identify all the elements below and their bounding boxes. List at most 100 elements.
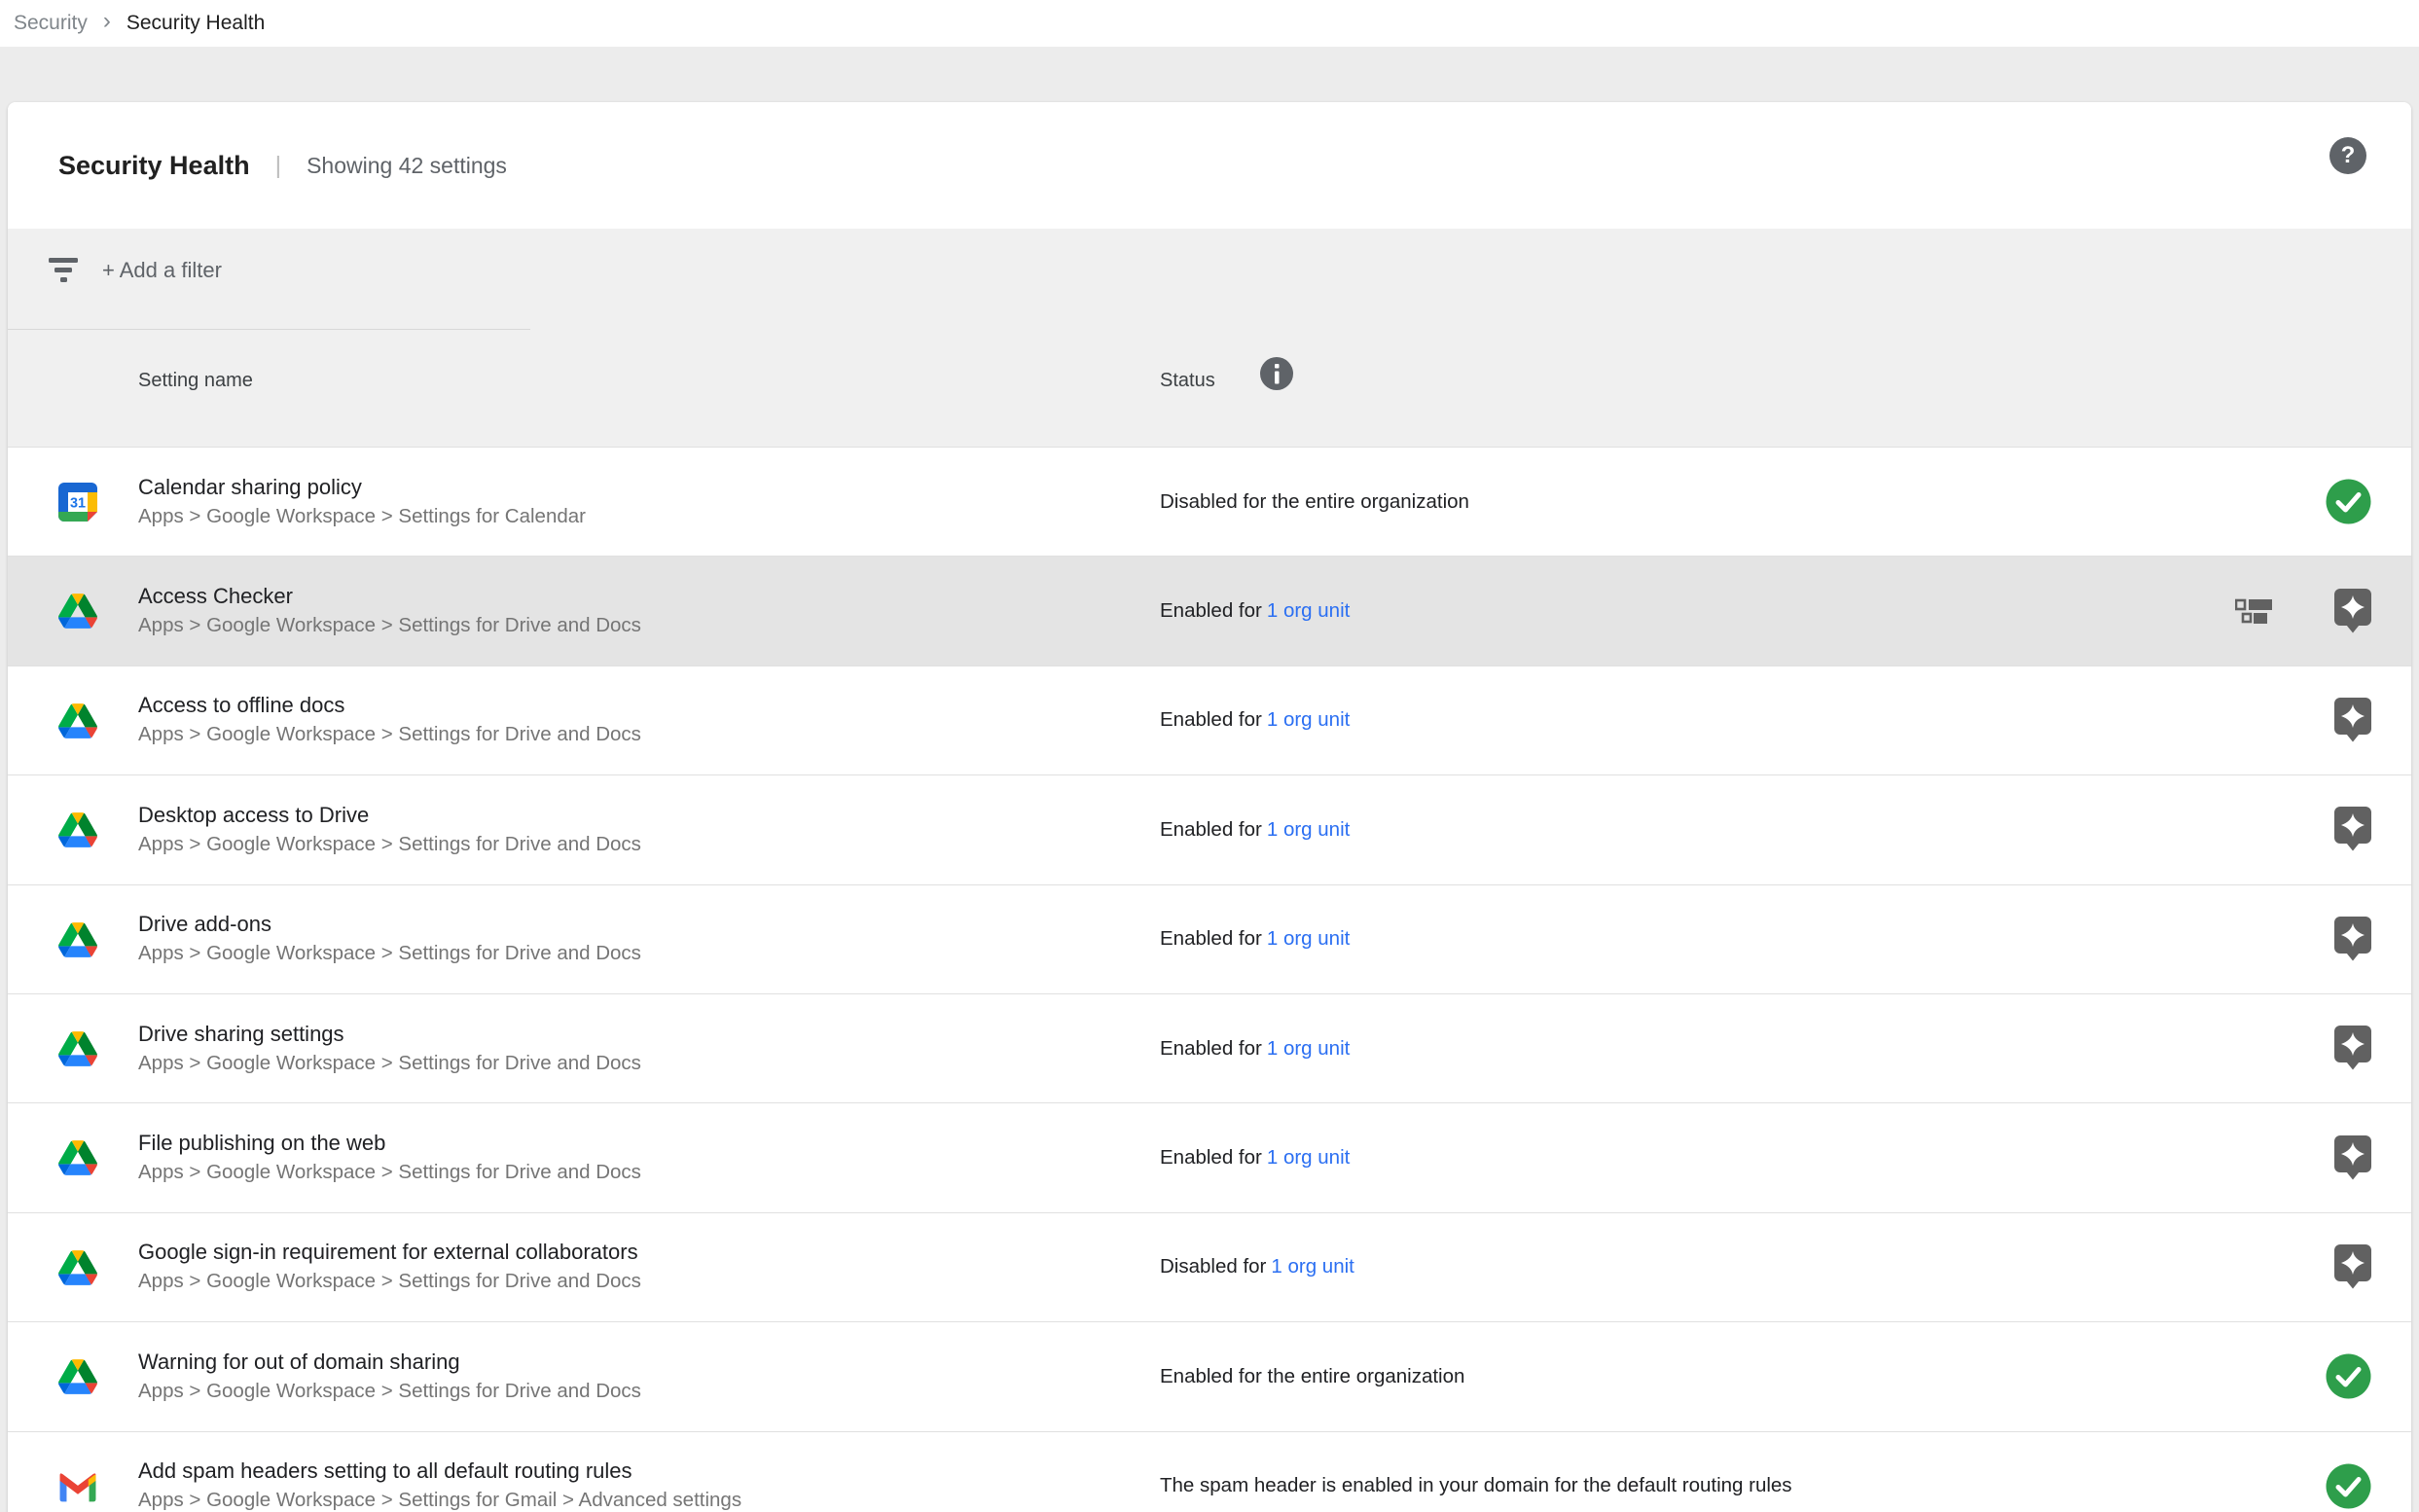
calendar-icon: 31 bbox=[58, 483, 97, 522]
status-info-icon[interactable] bbox=[1259, 356, 1294, 396]
settings-count: Showing 42 settings bbox=[307, 153, 507, 179]
table-row[interactable]: Drive sharing settings Apps > Google Wor… bbox=[8, 993, 2411, 1102]
status-ok-check-icon bbox=[2326, 479, 2371, 524]
org-unit-link[interactable]: 1 org unit bbox=[1271, 1255, 1354, 1278]
table-row[interactable]: 31 Calendar sharing policy Apps > Google… bbox=[8, 447, 2411, 556]
breadcrumb-security-link[interactable]: Security bbox=[14, 12, 88, 35]
status-text: The spam header is enabled in your domai… bbox=[1160, 1474, 1792, 1496]
drive-icon bbox=[58, 920, 97, 959]
row-trailing-icons bbox=[2334, 885, 2371, 993]
status-cell: Enabled for1 org unit bbox=[1160, 1037, 1350, 1061]
status-text: Enabled for bbox=[1160, 708, 1262, 731]
drive-icon bbox=[58, 592, 97, 630]
drive-icon bbox=[58, 1248, 97, 1287]
gmail-icon bbox=[58, 1467, 97, 1506]
status-cell: Enabled for1 org unit bbox=[1160, 927, 1350, 951]
setting-cell: Google sign-in requirement for external … bbox=[138, 1238, 641, 1296]
row-trailing-icons bbox=[2334, 666, 2371, 774]
status-ok-check-icon bbox=[2326, 1353, 2371, 1399]
setting-cell: Calendar sharing policy Apps > Google Wo… bbox=[138, 473, 586, 531]
status-text: Enabled for the entire organization bbox=[1160, 1365, 1464, 1387]
column-header-status: Status bbox=[1160, 370, 1215, 392]
column-header-setting-name: Setting name bbox=[138, 370, 253, 392]
drive-icon bbox=[58, 1138, 97, 1177]
row-trailing-icons bbox=[2326, 1432, 2371, 1512]
table-row[interactable]: Access Checker Apps > Google Workspace >… bbox=[8, 556, 2411, 665]
setting-path: Apps > Google Workspace > Settings for D… bbox=[138, 939, 641, 968]
setting-path: Apps > Google Workspace > Settings for G… bbox=[138, 1486, 741, 1512]
setting-name: Drive sharing settings bbox=[138, 1020, 641, 1049]
setting-name: Access Checker bbox=[138, 582, 641, 611]
setting-cell: Drive add-ons Apps > Google Workspace > … bbox=[138, 910, 641, 968]
table-row[interactable]: Warning for out of domain sharing Apps >… bbox=[8, 1321, 2411, 1430]
drive-icon bbox=[58, 810, 97, 849]
status-cell: Disabled for1 org unit bbox=[1160, 1255, 1354, 1278]
setting-path: Apps > Google Workspace > Settings for D… bbox=[138, 830, 641, 859]
org-unit-link[interactable]: 1 org unit bbox=[1267, 818, 1350, 841]
setting-cell: Warning for out of domain sharing Apps >… bbox=[138, 1348, 641, 1406]
recommendation-badge-icon[interactable] bbox=[2334, 1026, 2371, 1071]
table-header-row: Setting name Status bbox=[8, 329, 2411, 446]
table-row[interactable]: Desktop access to Drive Apps > Google Wo… bbox=[8, 774, 2411, 883]
status-cell: Enabled for1 org unit bbox=[1160, 708, 1350, 732]
recommendation-badge-icon[interactable] bbox=[2334, 807, 2371, 852]
table-row[interactable]: Drive add-ons Apps > Google Workspace > … bbox=[8, 884, 2411, 993]
setting-name: Drive add-ons bbox=[138, 910, 641, 939]
status-text: Enabled for bbox=[1160, 818, 1262, 841]
setting-name: Calendar sharing policy bbox=[138, 473, 586, 502]
org-unit-link[interactable]: 1 org unit bbox=[1267, 927, 1350, 950]
breadcrumb-chevron-icon: › bbox=[103, 8, 111, 35]
org-unit-link[interactable]: 1 org unit bbox=[1267, 1146, 1350, 1169]
org-unit-link[interactable]: 1 org unit bbox=[1267, 599, 1350, 622]
status-cell: Enabled for1 org unit bbox=[1160, 599, 1350, 623]
settings-table: 31 Calendar sharing policy Apps > Google… bbox=[8, 447, 2411, 1512]
setting-name: Add spam headers setting to all default … bbox=[138, 1457, 741, 1486]
status-cell: Enabled for1 org unit bbox=[1160, 818, 1350, 842]
setting-name: Access to offline docs bbox=[138, 691, 641, 720]
status-cell: Disabled for the entire organization bbox=[1160, 490, 1469, 514]
filter-and-header-band: + Add a filter Setting name Status bbox=[8, 229, 2411, 447]
setting-path: Apps > Google Workspace > Settings for D… bbox=[138, 1377, 641, 1406]
row-trailing-icons bbox=[2334, 1213, 2371, 1321]
row-trailing-icons bbox=[2235, 557, 2371, 665]
help-icon[interactable]: ? bbox=[2329, 137, 2366, 174]
table-row[interactable]: Access to offline docs Apps > Google Wor… bbox=[8, 666, 2411, 774]
drive-icon bbox=[58, 1029, 97, 1068]
recommendation-badge-icon[interactable] bbox=[2334, 1244, 2371, 1290]
setting-name: Desktop access to Drive bbox=[138, 801, 641, 830]
row-trailing-icons bbox=[2334, 1103, 2371, 1211]
setting-cell: Desktop access to Drive Apps > Google Wo… bbox=[138, 801, 641, 859]
drive-icon bbox=[58, 702, 97, 740]
org-unit-link[interactable]: 1 org unit bbox=[1267, 1037, 1350, 1060]
recommendation-badge-icon[interactable] bbox=[2334, 589, 2371, 634]
svg-text:31: 31 bbox=[70, 496, 86, 512]
card-header: Security Health | Showing 42 settings ? bbox=[8, 102, 2411, 229]
setting-cell: File publishing on the web Apps > Google… bbox=[138, 1129, 641, 1187]
setting-name: File publishing on the web bbox=[138, 1129, 641, 1158]
recommendation-badge-icon[interactable] bbox=[2334, 698, 2371, 743]
table-row[interactable]: Add spam headers setting to all default … bbox=[8, 1431, 2411, 1512]
breadcrumb: Security › Security Health bbox=[0, 0, 2419, 47]
add-filter-button[interactable]: + Add a filter bbox=[102, 258, 222, 283]
status-text: Disabled for the entire organization bbox=[1160, 490, 1469, 513]
setting-path: Apps > Google Workspace > Settings for D… bbox=[138, 611, 641, 640]
status-text: Enabled for bbox=[1160, 599, 1262, 622]
org-unit-link[interactable]: 1 org unit bbox=[1267, 708, 1350, 731]
org-units-icon[interactable] bbox=[2235, 598, 2272, 624]
drive-icon bbox=[58, 1357, 97, 1396]
setting-path: Apps > Google Workspace > Settings for C… bbox=[138, 502, 586, 531]
status-text: Enabled for bbox=[1160, 1146, 1262, 1169]
status-text: Enabled for bbox=[1160, 1037, 1262, 1060]
row-trailing-icons bbox=[2334, 994, 2371, 1102]
setting-cell: Access to offline docs Apps > Google Wor… bbox=[138, 691, 641, 749]
recommendation-badge-icon[interactable] bbox=[2334, 1135, 2371, 1181]
recommendation-badge-icon[interactable] bbox=[2334, 917, 2371, 962]
page-title: Security Health bbox=[58, 151, 250, 181]
table-row[interactable]: File publishing on the web Apps > Google… bbox=[8, 1102, 2411, 1211]
filter-icon[interactable] bbox=[47, 256, 82, 290]
status-ok-check-icon bbox=[2326, 1463, 2371, 1509]
status-cell: The spam header is enabled in your domai… bbox=[1160, 1474, 1792, 1497]
table-row[interactable]: Google sign-in requirement for external … bbox=[8, 1212, 2411, 1321]
row-trailing-icons bbox=[2334, 775, 2371, 883]
title-divider: | bbox=[275, 152, 282, 180]
